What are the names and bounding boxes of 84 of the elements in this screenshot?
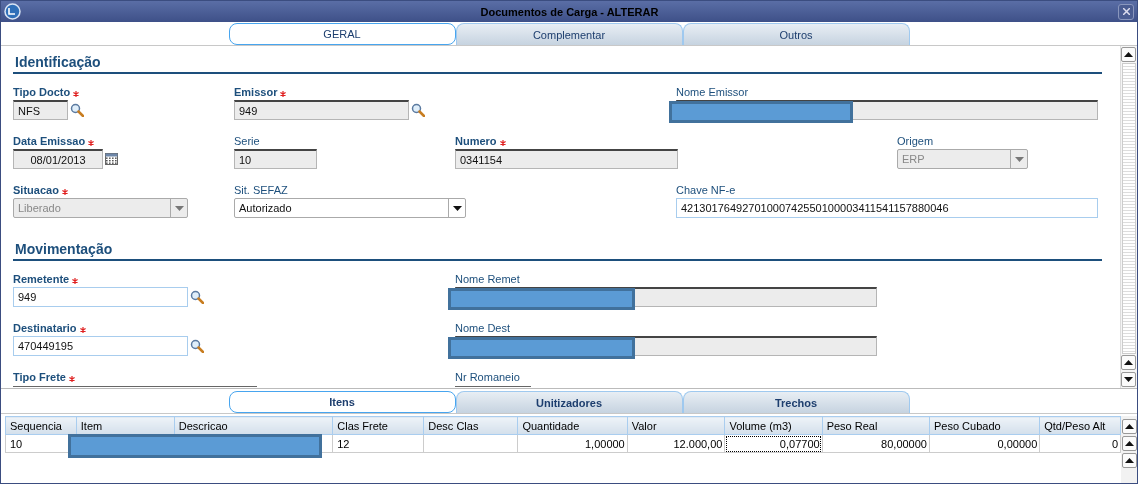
scroll-up-button[interactable] bbox=[1121, 47, 1136, 62]
app-logo-icon bbox=[4, 3, 21, 20]
close-button[interactable] bbox=[1118, 3, 1134, 20]
input-field[interactable]: 470449195 bbox=[13, 336, 188, 356]
section-heading: Movimentação bbox=[13, 233, 1102, 261]
field-label: Nr Romaneio bbox=[455, 371, 520, 385]
caret-icon bbox=[1124, 377, 1133, 382]
field-label: Nome Remet bbox=[455, 273, 520, 287]
field-label: Tipo Frete bbox=[13, 371, 66, 385]
field-label: Serie bbox=[234, 135, 260, 149]
input-field[interactable]: 949 bbox=[13, 287, 188, 307]
search-icon[interactable] bbox=[190, 290, 204, 304]
column-header[interactable]: Clas Frete bbox=[332, 416, 424, 435]
date-field[interactable]: 08/01/2013 bbox=[13, 149, 103, 169]
window-title: Documentos de Carga - ALTERAR bbox=[479, 5, 660, 18]
input-field[interactable]: 42130176492701000742550100003411541157880046 bbox=[676, 198, 1098, 218]
required-icon bbox=[79, 327, 86, 333]
required-icon bbox=[61, 189, 68, 195]
caret-icon bbox=[1124, 360, 1133, 365]
input-field[interactable]: 10 bbox=[234, 149, 317, 169]
scroll-thumb[interactable] bbox=[1122, 63, 1136, 354]
caret-icon bbox=[174, 205, 184, 211]
tab[interactable]: Trechos bbox=[682, 391, 910, 413]
table-cell: 0 bbox=[1039, 434, 1121, 453]
table-cell: 80,00000 bbox=[822, 434, 930, 453]
search-icon[interactable] bbox=[70, 103, 84, 117]
scroll-up-button[interactable] bbox=[1121, 453, 1137, 468]
tab[interactable]: Complementar bbox=[455, 23, 683, 45]
caret-icon bbox=[1124, 458, 1134, 463]
column-header[interactable]: Volume (m3) bbox=[724, 416, 823, 435]
page-up-button[interactable] bbox=[1121, 436, 1137, 451]
column-header[interactable]: Descricao bbox=[174, 416, 333, 435]
field-label: Destinatario bbox=[13, 322, 77, 336]
field-label: Data Emissao bbox=[13, 135, 86, 149]
field-label: Numero bbox=[455, 135, 497, 149]
tab[interactable]: Itens bbox=[228, 391, 456, 413]
column-header[interactable]: Item bbox=[76, 416, 175, 435]
table-cell: 12.000,00 bbox=[627, 434, 725, 453]
input-field[interactable]: 0341154 bbox=[455, 149, 678, 169]
section-heading: Identificação bbox=[13, 46, 1102, 74]
table-cell: 1,00000 bbox=[517, 434, 628, 453]
scroll-down-button[interactable] bbox=[1121, 372, 1136, 387]
required-icon bbox=[69, 376, 75, 382]
required-icon bbox=[72, 278, 79, 284]
field-label: Origem bbox=[897, 135, 934, 149]
tab[interactable]: Outros bbox=[682, 23, 910, 45]
column-header[interactable]: Qtd/Peso Alt bbox=[1039, 416, 1121, 435]
required-icon bbox=[73, 91, 80, 97]
caret-icon bbox=[1124, 52, 1133, 57]
field-label: Tipo Docto bbox=[13, 86, 71, 100]
scroll-up-button[interactable] bbox=[1121, 355, 1136, 370]
required-icon bbox=[280, 91, 287, 97]
table-cell: 12 bbox=[332, 434, 424, 453]
input-field[interactable]: NFS bbox=[13, 100, 68, 120]
caret-icon bbox=[1014, 156, 1024, 162]
field-label: Situacao bbox=[13, 184, 59, 198]
field-label: Sit. SEFAZ bbox=[234, 184, 288, 198]
input-field[interactable]: 949 bbox=[234, 100, 409, 120]
table-cell: 0,07700 bbox=[724, 434, 823, 453]
column-header[interactable]: Quantidade bbox=[517, 416, 628, 435]
caret-icon bbox=[1124, 424, 1134, 429]
column-header[interactable]: Valor bbox=[627, 416, 725, 435]
tab[interactable]: GERAL bbox=[228, 23, 456, 45]
column-header[interactable]: Sequencia bbox=[5, 416, 77, 435]
calendar-icon[interactable] bbox=[105, 153, 118, 165]
required-icon bbox=[88, 140, 95, 146]
dropdown[interactable]: Autorizado bbox=[234, 198, 466, 218]
caret-icon bbox=[452, 205, 462, 211]
caret-icon bbox=[1124, 441, 1134, 446]
column-header[interactable]: Peso Real bbox=[822, 416, 930, 435]
tab[interactable]: Unitizadores bbox=[455, 391, 683, 413]
close-icon bbox=[1122, 8, 1130, 15]
field-label: Nome Emissor bbox=[676, 86, 749, 100]
field-label: Emissor bbox=[234, 86, 278, 100]
field-label: Nome Dest bbox=[455, 322, 511, 336]
search-icon[interactable] bbox=[190, 339, 204, 353]
scroll-top-button[interactable] bbox=[1121, 419, 1137, 434]
column-header[interactable]: Peso Cubado bbox=[929, 416, 1040, 435]
required-icon bbox=[499, 140, 506, 146]
column-header[interactable]: Desc Clas bbox=[423, 416, 518, 435]
field-label: Chave NF-e bbox=[676, 184, 736, 198]
table-cell: 0,00000 bbox=[929, 434, 1040, 453]
field-label: Remetente bbox=[13, 273, 70, 287]
search-icon[interactable] bbox=[411, 103, 425, 117]
